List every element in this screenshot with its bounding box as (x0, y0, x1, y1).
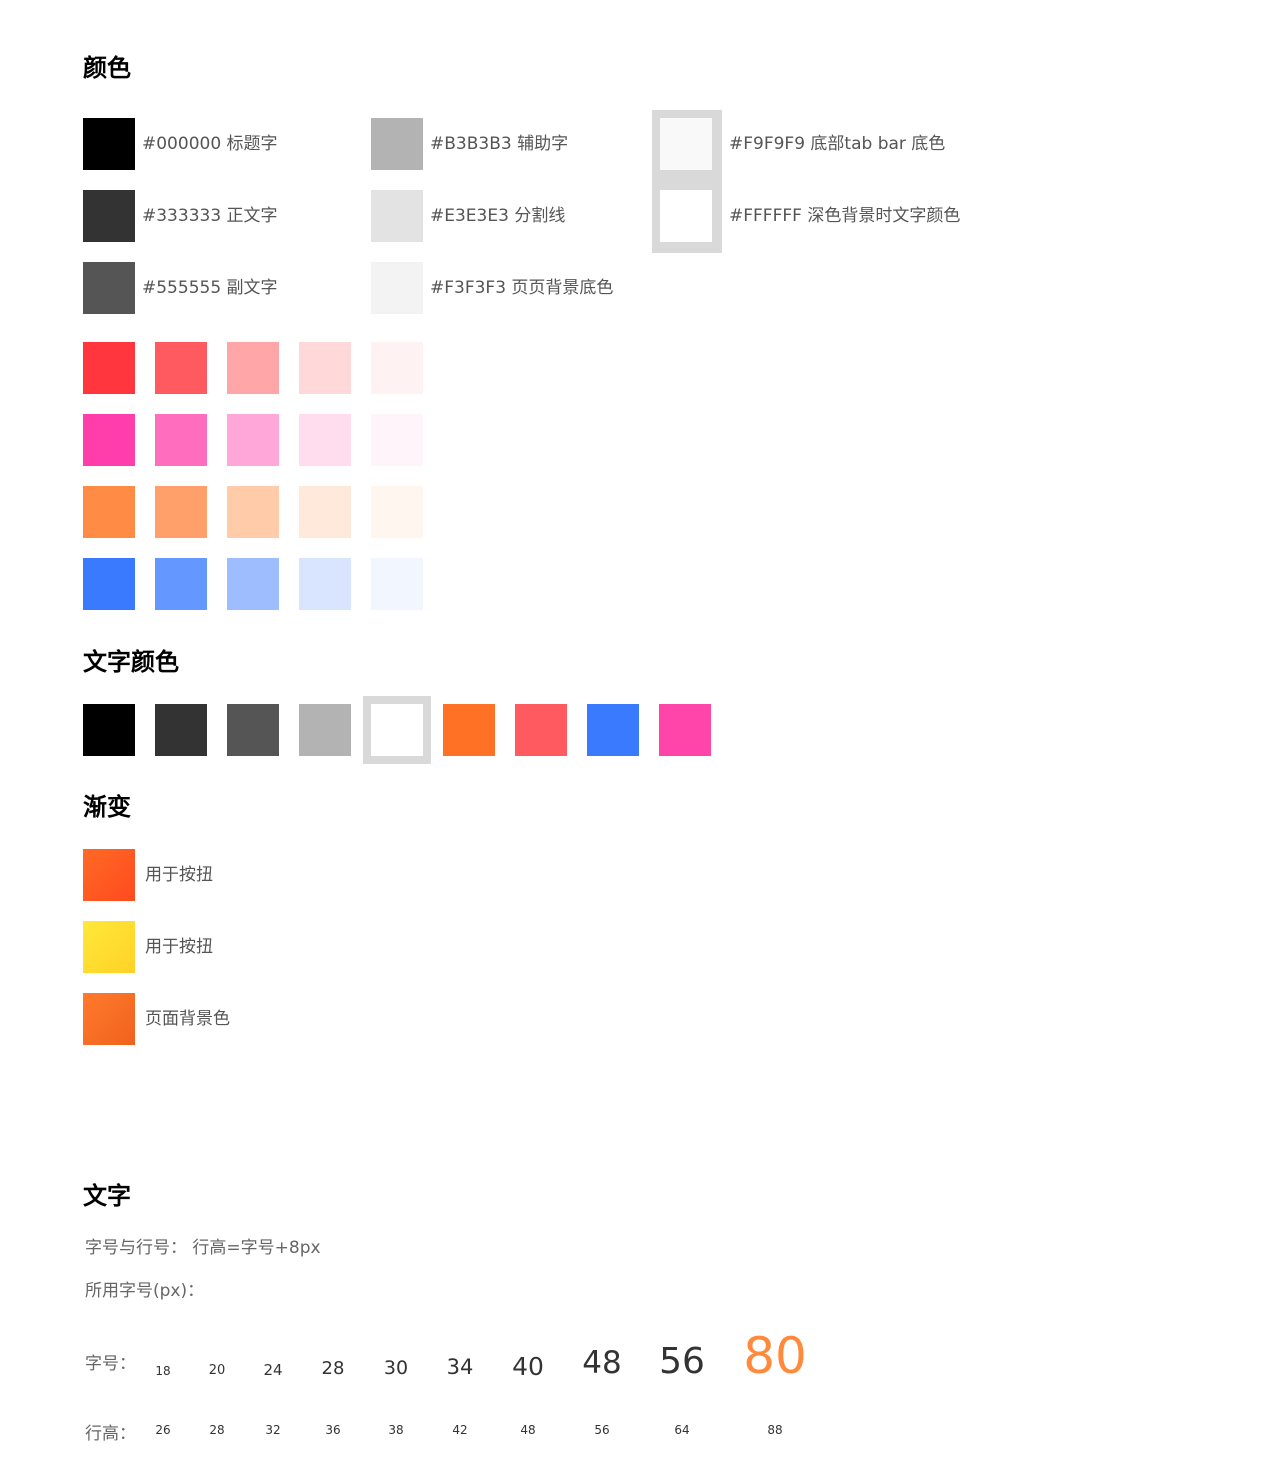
palette-swatch (155, 486, 207, 538)
palette-swatch (227, 558, 279, 610)
text-color-swatch (659, 704, 711, 756)
color-label: #555555 副文字 (142, 278, 278, 298)
color-swatch (660, 118, 712, 170)
font-sizes-caption: 所用字号(px)： (85, 1281, 205, 1301)
typography-title: 文字 (83, 1182, 131, 1210)
palette-swatch (299, 486, 351, 538)
gradient-swatch (83, 921, 135, 973)
palette-swatch (155, 558, 207, 610)
line-height-value: 36 (325, 1423, 341, 1437)
palette-swatch (299, 414, 351, 466)
text-color-swatch (515, 704, 567, 756)
palette-swatch (371, 486, 423, 538)
text-colors-title: 文字颜色 (83, 648, 179, 676)
color-label: #F3F3F3 页页背景底色 (430, 278, 614, 298)
palette-swatch (371, 342, 423, 394)
line-height-value: 64 (674, 1423, 690, 1437)
palette-swatch (299, 558, 351, 610)
palette-swatch (83, 558, 135, 610)
palette-swatch (83, 414, 135, 466)
text-color-swatch (443, 704, 495, 756)
palette-swatch (227, 342, 279, 394)
gradient-title: 渐变 (83, 793, 131, 821)
color-label: #FFFFFF 深色背景时文字颜色 (729, 206, 961, 226)
gradient-label: 用于按扭 (145, 865, 213, 885)
gradient-label: 用于按扭 (145, 937, 213, 957)
line-height-value: 26 (155, 1423, 171, 1437)
line-height-label: 行高： (85, 1424, 136, 1444)
color-swatch (83, 262, 135, 314)
color-label: #333333 正文字 (142, 206, 278, 226)
color-label: #B3B3B3 辅助字 (430, 134, 569, 154)
palette-swatch (371, 558, 423, 610)
line-height-value: 42 (452, 1423, 468, 1437)
color-swatch (83, 118, 135, 170)
palette-swatch (83, 342, 135, 394)
color-swatch (371, 190, 423, 242)
palette-swatch (83, 486, 135, 538)
font-size-sample: 80 (743, 1327, 807, 1385)
line-height-value: 88 (767, 1423, 783, 1437)
text-color-swatch (587, 704, 639, 756)
palette-swatch (371, 414, 423, 466)
line-height-value: 38 (388, 1423, 404, 1437)
line-height-value: 48 (520, 1423, 536, 1437)
color-swatch (83, 190, 135, 242)
line-height-value: 32 (265, 1423, 281, 1437)
color-swatch (371, 262, 423, 314)
palette-swatch (155, 342, 207, 394)
palette-swatch (227, 486, 279, 538)
line-height-value: 56 (594, 1423, 610, 1437)
line-height-rule: 字号与行号： 行高=字号+8px (85, 1238, 321, 1258)
gradient-swatch (83, 993, 135, 1045)
text-color-swatch (83, 704, 135, 756)
color-label: #E3E3E3 分割线 (430, 206, 566, 226)
palette-swatch (155, 414, 207, 466)
color-swatch (371, 118, 423, 170)
gradient-swatch (83, 849, 135, 901)
text-color-swatch (227, 704, 279, 756)
gradient-label: 页面背景色 (145, 1009, 230, 1029)
text-color-swatch (155, 704, 207, 756)
color-label: #000000 标题字 (142, 134, 278, 154)
palette-swatch (227, 414, 279, 466)
color-swatch (660, 190, 712, 242)
light-swatch-frame (652, 110, 722, 253)
color-label: #F9F9F9 底部tab bar 底色 (729, 134, 946, 154)
text-color-swatch (299, 704, 351, 756)
line-height-value: 28 (209, 1423, 225, 1437)
palette-swatch (299, 342, 351, 394)
text-color-swatch (371, 704, 423, 756)
text-color-frame (363, 696, 431, 764)
colors-title: 颜色 (83, 54, 131, 82)
